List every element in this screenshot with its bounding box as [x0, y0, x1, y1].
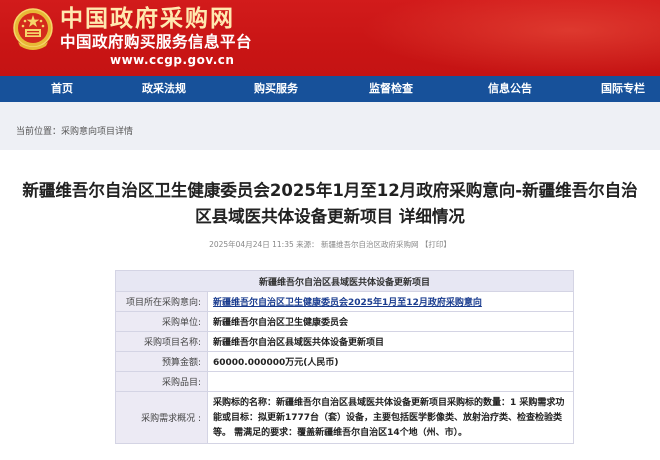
procurement-intent-link[interactable]: 新疆维吾尔自治区卫生健康委员会2025年1月至12月政府采购意向 [213, 298, 482, 308]
breadcrumb-bar: 当前位置：采购意向项目详情 [0, 102, 660, 150]
row-label: 采购项目名称: [116, 332, 208, 352]
main-nav: 首页 政采法规 购买服务 监督检查 信息公告 国际专栏 [0, 76, 660, 102]
site-title[interactable]: 中国政府采购网 [60, 6, 235, 32]
header-decoration [360, 0, 660, 76]
row-label: 采购品目: [116, 372, 208, 392]
print-link[interactable]: 【打印】 [421, 240, 451, 249]
nav-item-regulations[interactable]: 政采法规 [124, 76, 204, 102]
source-label: 来源： [296, 240, 319, 249]
page-title-line2: 区县域医共体设备更新项目 详细情况 [0, 204, 660, 230]
breadcrumb: 当前位置：采购意向项目详情 [16, 124, 133, 137]
article-meta: 2025年04月24日 11:35 来源： 新疆维吾尔自治区政府采购网 【打印】 [0, 239, 660, 250]
table-header-row: 新疆维吾尔自治区县域医共体设备更新项目 [116, 271, 574, 292]
source-name: 新疆维吾尔自治区政府采购网 [321, 240, 419, 249]
requirement-line: 能或目标：拟更新1777台（套）设备，主要包括医学影像类、放射治疗类、检查检验类 [213, 411, 568, 426]
nav-item-home[interactable]: 首页 [0, 76, 124, 102]
site-header: 中国政府采购网 中国政府购买服务信息平台 www.ccgp.gov.cn [0, 0, 660, 76]
row-label: 采购单位: [116, 312, 208, 332]
national-emblem-icon[interactable] [12, 6, 54, 52]
table-row: 采购品目: [116, 372, 574, 392]
requirement-line: 等。 需满足的要求：覆盖新疆维吾尔自治区14个地（州、市）。 [213, 426, 568, 441]
table-row: 采购需求概况 : 采购标的名称：新疆维吾尔自治区县域医共体设备更新项目采购标的数… [116, 392, 574, 444]
publish-date: 2025年04月24日 11:35 [209, 240, 294, 249]
table-row: 预算金额: 60000.000000万元(人民币) [116, 352, 574, 372]
table-row: 项目所在采购意向: 新疆维吾尔自治区卫生健康委员会2025年1月至12月政府采购… [116, 292, 574, 312]
breadcrumb-link[interactable]: 采购意向项目详情 [61, 127, 133, 137]
row-value: 新疆维吾尔自治区县域医共体设备更新项目 [208, 332, 574, 352]
row-value [208, 372, 574, 392]
table-row: 采购单位: 新疆维吾尔自治区卫生健康委员会 [116, 312, 574, 332]
site-url: www.ccgp.gov.cn [110, 53, 234, 67]
row-value: 新疆维吾尔自治区卫生健康委员会 [208, 312, 574, 332]
nav-item-announcements[interactable]: 信息公告 [434, 76, 586, 102]
nav-item-services[interactable]: 购买服务 [204, 76, 348, 102]
page-title: 新疆维吾尔自治区卫生健康委员会2025年1月至12月政府采购意向-新疆维吾尔自治… [0, 178, 660, 230]
row-value: 60000.000000万元(人民币) [208, 352, 574, 372]
requirement-line: 采购标的名称：新疆维吾尔自治区县域医共体设备更新项目采购标的数量：1 采购需求功 [213, 396, 568, 411]
row-label: 项目所在采购意向: [116, 292, 208, 312]
site-subtitle: 中国政府购买服务信息平台 [60, 33, 252, 51]
page-title-line1: 新疆维吾尔自治区卫生健康委员会2025年1月至12月政府采购意向-新疆维吾尔自治 [0, 178, 660, 204]
row-label: 预算金额: [116, 352, 208, 372]
nav-item-supervision[interactable]: 监督检查 [348, 76, 434, 102]
nav-item-international[interactable]: 国际专栏 [586, 76, 660, 102]
row-value: 采购标的名称：新疆维吾尔自治区县域医共体设备更新项目采购标的数量：1 采购需求功… [208, 392, 574, 444]
row-value: 新疆维吾尔自治区卫生健康委员会2025年1月至12月政府采购意向 [208, 292, 574, 312]
breadcrumb-prefix: 当前位置： [16, 127, 61, 137]
table-header: 新疆维吾尔自治区县域医共体设备更新项目 [116, 271, 574, 292]
row-label: 采购需求概况 : [116, 392, 208, 444]
table-row: 采购项目名称: 新疆维吾尔自治区县域医共体设备更新项目 [116, 332, 574, 352]
project-details-table: 新疆维吾尔自治区县域医共体设备更新项目 项目所在采购意向: 新疆维吾尔自治区卫生… [115, 270, 574, 444]
